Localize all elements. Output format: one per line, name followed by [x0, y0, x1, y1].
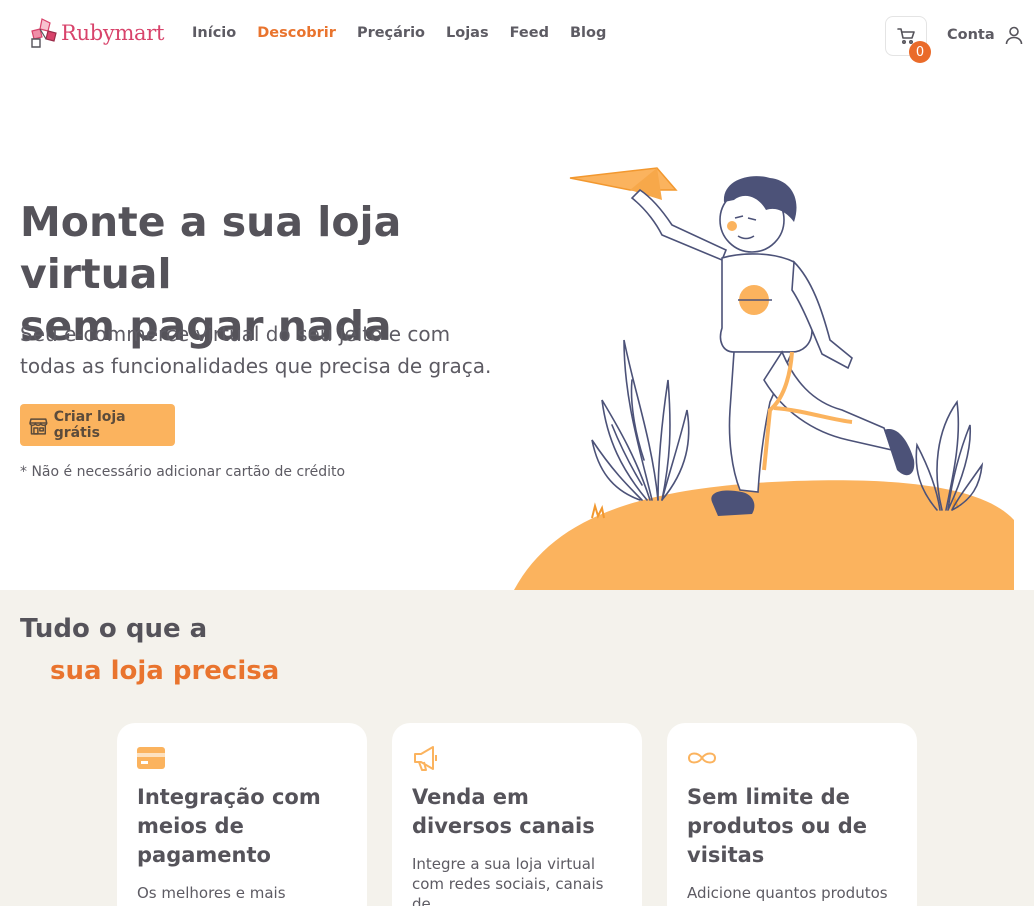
- nav-item-precario[interactable]: Preçário: [357, 25, 425, 41]
- create-store-label: Criar loja grátis: [53, 409, 126, 441]
- features-title: Tudo o que a: [20, 614, 208, 644]
- account-button[interactable]: Conta: [947, 25, 1024, 45]
- feature-card-text: Integre a sua loja virtual com redes soc…: [412, 855, 604, 906]
- brand-logo[interactable]: Rubymart: [28, 17, 164, 49]
- cart-button[interactable]: 0: [885, 16, 931, 63]
- feature-card-channels: Venda em diversos canais Integre a sua l…: [392, 723, 642, 906]
- nav-item-descobrir[interactable]: Descobrir: [257, 25, 336, 41]
- hero-illustration: [514, 167, 1014, 590]
- nav-item-blog[interactable]: Blog: [570, 25, 606, 41]
- feature-card-title: Sem limite de produtos ou de visitas: [687, 785, 868, 867]
- feature-card-unlimited: Sem limite de produtos ou de visitas Adi…: [667, 723, 917, 906]
- store-icon: [29, 417, 48, 435]
- hero-title-line-1: Monte a sua loja virtual: [20, 198, 402, 298]
- nav-item-feed[interactable]: Feed: [510, 25, 549, 41]
- credit-card-icon: [137, 743, 347, 773]
- account-label: Conta: [947, 27, 995, 43]
- features-title-accent: sua loja precisa: [50, 656, 280, 686]
- feature-card-title: Venda em diversos canais: [412, 785, 595, 838]
- hero-subtitle: Seu e-commerce virtual do seu jeito e co…: [20, 318, 510, 382]
- infinity-icon: [687, 743, 897, 773]
- no-credit-card-note: * Não é necessário adicionar cartão de c…: [20, 464, 346, 480]
- feature-card-text: Os melhores e mais: [137, 884, 286, 902]
- ruby-logo-icon: [31, 18, 57, 48]
- user-icon: [1005, 26, 1022, 45]
- brand-name: Rubymart: [61, 21, 165, 45]
- hero-subtitle-line-2: todas as funcionalidades que precisa de …: [20, 354, 492, 378]
- feature-card-text: Adicione quantos produtos: [687, 884, 888, 902]
- nav-item-lojas[interactable]: Lojas: [446, 25, 489, 41]
- hero-subtitle-line-1: Seu e-commerce virtual do seu jeito e co…: [20, 322, 451, 346]
- nav-item-inicio[interactable]: Início: [192, 25, 236, 41]
- main-nav: Início Descobrir Preçário Lojas Feed Blo…: [192, 25, 627, 41]
- create-store-button[interactable]: Criar loja grátis: [20, 404, 175, 446]
- top-header: Rubymart Início Descobrir Preçário Lojas…: [0, 0, 1034, 72]
- feature-card-title: Integração com meios de pagamento: [137, 785, 321, 867]
- cart-count-badge: 0: [909, 41, 931, 63]
- feature-card-payments: Integração com meios de pagamento Os mel…: [117, 723, 367, 906]
- features-section: Tudo o que a sua loja precisa Integração…: [0, 590, 1034, 906]
- megaphone-icon: [412, 743, 622, 773]
